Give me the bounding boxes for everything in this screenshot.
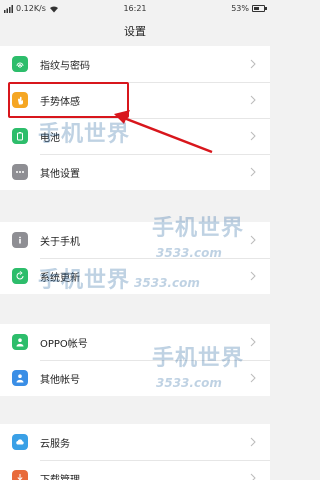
battery-percent: 53% <box>231 4 249 13</box>
oppo-account-icon <box>12 334 28 350</box>
battery-fill <box>254 7 259 10</box>
settings-item-cloud-service[interactable]: 云服务 <box>0 424 270 460</box>
chevron-right-icon <box>250 437 256 447</box>
settings-item-about-phone[interactable]: 关于手机 <box>0 222 270 258</box>
cloud-icon <box>12 434 28 450</box>
settings-item-label: 下载管理 <box>40 474 80 480</box>
highlight-box <box>8 82 129 118</box>
settings-item-other-accounts[interactable]: 其他帐号 <box>0 360 270 396</box>
settings-item-label: 其他帐号 <box>40 374 80 386</box>
settings-group-2: 关于手机 系统更新 <box>0 222 270 294</box>
settings-group-1: 指纹与密码 手势体感 电池 其他设置 <box>0 46 270 190</box>
battery-icon <box>12 128 28 144</box>
chevron-right-icon <box>250 235 256 245</box>
chevron-right-icon <box>250 95 256 105</box>
settings-group-4: 云服务 下载管理 <box>0 424 270 480</box>
chevron-right-icon <box>250 59 256 69</box>
chevron-right-icon <box>250 167 256 177</box>
page-title: 设置 <box>124 25 146 38</box>
fingerprint-icon <box>12 56 28 72</box>
chevron-right-icon <box>250 473 256 480</box>
download-icon <box>12 470 28 480</box>
other-account-icon <box>12 370 28 386</box>
settings-group-3: OPPO帐号 其他帐号 <box>0 324 270 396</box>
status-bar: 0.12K/s 16:21 53% <box>0 0 270 18</box>
settings-item-label: OPPO帐号 <box>40 338 88 350</box>
chevron-right-icon <box>250 131 256 141</box>
settings-item-other-settings[interactable]: 其他设置 <box>0 154 270 190</box>
settings-item-download-manager[interactable]: 下载管理 <box>0 460 270 480</box>
system-update-icon <box>12 268 28 284</box>
chevron-right-icon <box>250 271 256 281</box>
settings-item-label: 指纹与密码 <box>40 60 90 72</box>
settings-item-label: 其他设置 <box>40 168 80 180</box>
settings-item-oppo-account[interactable]: OPPO帐号 <box>0 324 270 360</box>
status-time: 16:21 <box>123 4 147 13</box>
chevron-right-icon <box>250 373 256 383</box>
settings-item-label: 云服务 <box>40 438 70 450</box>
chevron-right-icon <box>250 337 256 347</box>
more-dots-icon <box>12 164 28 180</box>
settings-item-label: 系统更新 <box>40 272 80 284</box>
settings-item-label: 关于手机 <box>40 236 80 248</box>
battery-icon <box>252 5 267 12</box>
status-right: 53% <box>231 4 267 13</box>
settings-item-battery[interactable]: 电池 <box>0 118 270 154</box>
settings-item-system-update[interactable]: 系统更新 <box>0 258 270 294</box>
settings-item-fingerprint[interactable]: 指纹与密码 <box>0 46 270 82</box>
info-icon <box>12 232 28 248</box>
settings-item-label: 电池 <box>40 132 60 144</box>
